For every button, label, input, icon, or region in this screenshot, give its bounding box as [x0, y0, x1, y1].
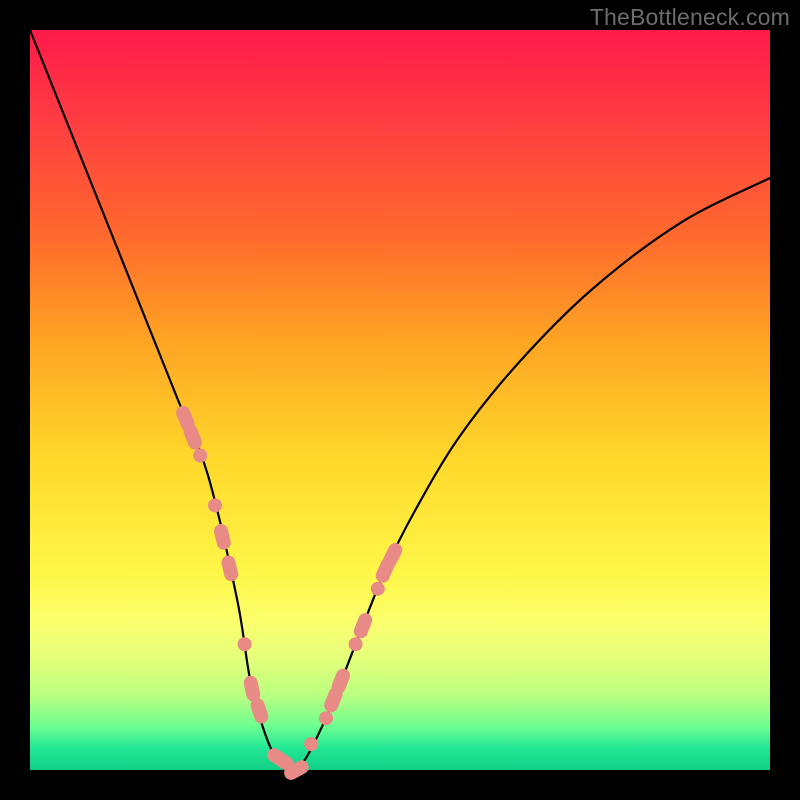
- watermark-text: TheBottleneck.com: [590, 4, 790, 31]
- curve-marker-pill: [220, 554, 240, 583]
- curve-markers: [174, 404, 405, 783]
- curve-marker-dot: [304, 737, 318, 751]
- chart-stage: TheBottleneck.com: [0, 0, 800, 800]
- plot-area: [30, 30, 770, 770]
- curve-marker-dot: [193, 449, 207, 463]
- curve-marker-dot: [371, 582, 385, 596]
- curve-marker-dot: [319, 711, 333, 725]
- chart-svg: [30, 30, 770, 770]
- curve-marker-dot: [349, 637, 363, 651]
- curve-marker-pill: [213, 523, 233, 552]
- curve-marker-dot: [208, 498, 222, 512]
- curve-marker-dot: [238, 637, 252, 651]
- bottleneck-curve: [30, 30, 770, 772]
- curve-marker-pill: [352, 611, 375, 640]
